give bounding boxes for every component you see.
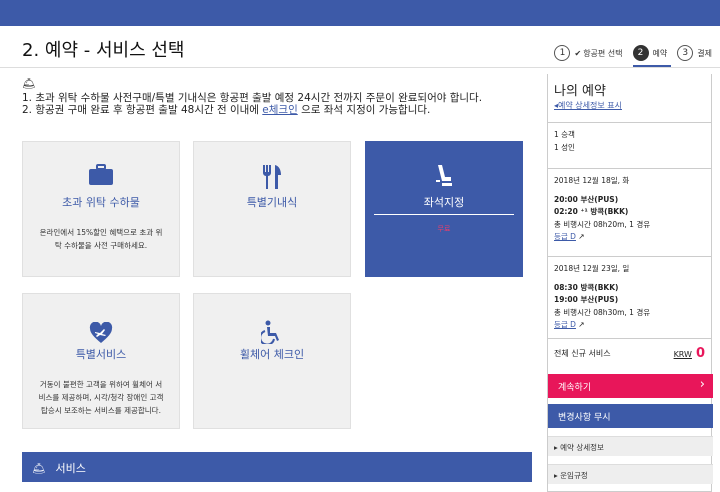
total-new-services: 전체 신규 서비스 KRW 0 — [554, 346, 705, 361]
card-note: 무료 — [437, 225, 451, 233]
page-title: 2. 예약 - 서비스 선택 — [22, 40, 185, 61]
accordion-reservation-detail[interactable]: ▸ 예약 상세정보 — [548, 436, 713, 456]
card-excess-baggage[interactable]: 초과 위탁 수하물 온라인에서 15%할인 혜택으로 초과 위탁 수하물을 사전… — [22, 141, 180, 277]
card-desc: 온라인에서 15%할인 혜택으로 초과 위탁 수하물을 사전 구매하세요. — [39, 228, 163, 250]
accordion-fare-rules[interactable]: ▸ 운임규정 — [548, 464, 713, 484]
notice-box: 🛎 1. 초과 위탁 수하물 사전구매/특별 기내식은 항공편 출발 예정 24… — [22, 77, 532, 117]
booking-steps: 1 ✔ 항공편 선택 2 예약 3 결제 — [544, 38, 712, 68]
discard-changes-button[interactable]: 변경사항 무시 — [548, 404, 713, 428]
card-title: 좌석지정 — [423, 196, 465, 209]
check-icon: ✔ — [574, 48, 582, 58]
fare-class-link[interactable]: 등급 D — [554, 320, 576, 329]
divider — [548, 338, 711, 339]
step-reservation[interactable]: 2 예약 — [632, 38, 671, 68]
notice-line-1: 1. 초과 위탁 수하물 사전구매/특별 기내식은 항공편 출발 예정 24시간… — [22, 92, 483, 104]
seat-icon — [366, 164, 522, 194]
card-special-meal[interactable]: 특별기내식 — [193, 141, 351, 277]
step-flight-select[interactable]: 1 ✔ 항공편 선택 — [554, 38, 623, 68]
passenger-summary: 1 승객 1 성인 — [548, 122, 711, 160]
chevron-right-icon: › — [699, 377, 705, 392]
external-link-icon: ↗ — [575, 320, 585, 329]
outbound-flight: 2018년 12월 18일, 화 20:00 부산(PUS) 02:20 ⁺¹ … — [548, 168, 711, 250]
step-payment[interactable]: 3 결제 — [677, 38, 712, 68]
top-brand-bar — [0, 0, 720, 26]
bell-icon: 🛎 — [32, 462, 46, 475]
card-title: 특별서비스 — [75, 348, 127, 361]
divider — [374, 214, 514, 215]
booking-summary-sidebar: 나의 예약 ◂예약 상세정보 표시 1 승객 1 성인 2018년 12월 18… — [547, 74, 713, 492]
service-section-header[interactable]: 🛎 서비스 — [22, 452, 532, 482]
card-special-service[interactable]: 특별서비스 거동이 불편한 고객을 위하여 휠체어 서비스를 제공하며, 시각/… — [22, 293, 180, 429]
card-wheelchair-checkin[interactable]: 휠체어 체크인 — [193, 293, 351, 429]
e-checkin-link[interactable]: e체크인 — [262, 104, 297, 116]
card-desc: 거동이 불편한 고객을 위하여 휠체어 서비스를 제공하며, 시각/청각 장애인… — [38, 380, 164, 415]
baggage-icon — [23, 164, 179, 194]
reservation-detail-link[interactable]: ◂예약 상세정보 표시 — [554, 100, 622, 111]
card-seat-selection[interactable]: 좌석지정 무료 — [365, 141, 523, 277]
fare-class-link[interactable]: 등급 D — [554, 232, 576, 241]
card-title: 휠체어 체크인 — [239, 348, 305, 361]
fork-knife-icon — [194, 164, 350, 194]
notice-line-2: 2. 항공권 구매 완료 후 항공편 출발 48시간 전 이내에 e체크인 으로… — [22, 104, 431, 116]
card-title: 초과 위탁 수하물 — [62, 196, 140, 209]
total-amount: 0 — [695, 346, 705, 361]
inbound-flight: 2018년 12월 23일, 일 08:30 방콕(BKK) 19:00 부산(… — [548, 256, 711, 338]
bell-icon: 🛎 — [22, 77, 36, 90]
external-link-icon: ↗ — [575, 232, 585, 241]
card-title: 특별기내식 — [246, 196, 298, 209]
continue-button[interactable]: 계속하기 › — [548, 374, 713, 398]
sidebar-title: 나의 예약 — [554, 84, 606, 99]
page-header: 2. 예약 - 서비스 선택 1 ✔ 항공편 선택 2 예약 3 결제 — [0, 26, 720, 68]
